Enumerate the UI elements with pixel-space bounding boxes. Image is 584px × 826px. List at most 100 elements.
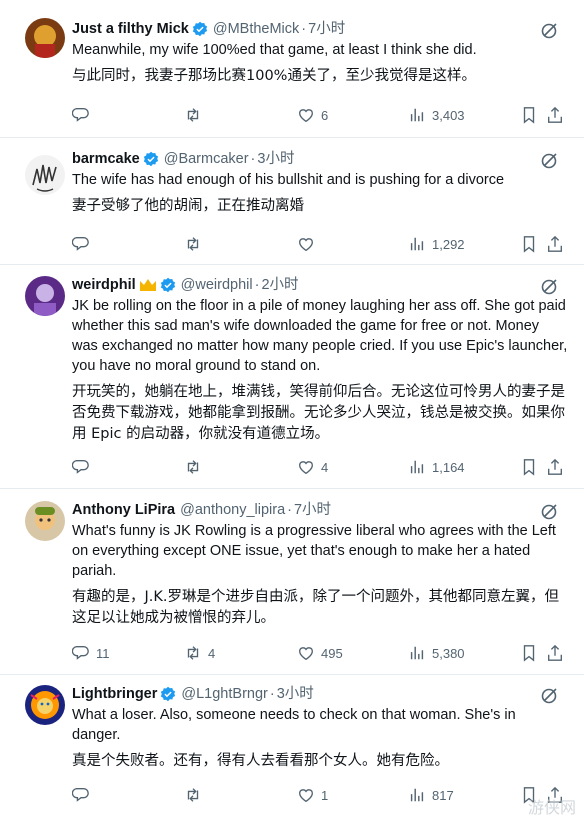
- views-button[interactable]: 1,164: [408, 458, 465, 476]
- reply-icon: [72, 646, 89, 660]
- retweet-button[interactable]: [184, 106, 208, 124]
- reply-icon: [72, 237, 89, 251]
- bookmark-icon: [523, 236, 535, 253]
- retweet-button[interactable]: [184, 458, 208, 476]
- share-button[interactable]: [546, 235, 564, 253]
- avatar[interactable]: [25, 685, 65, 725]
- avatar[interactable]: [25, 501, 65, 541]
- separator-dot: ·: [250, 151, 256, 167]
- reply-button[interactable]: [72, 235, 96, 253]
- retweet-button[interactable]: 4: [184, 644, 215, 662]
- display-name[interactable]: Just a filthy Mick: [72, 20, 189, 38]
- view-count: 817: [432, 787, 454, 803]
- views-button[interactable]: 1,292: [408, 235, 465, 253]
- like-button[interactable]: 495: [297, 644, 343, 662]
- avatar[interactable]: [25, 276, 65, 316]
- reply-button[interactable]: [72, 786, 96, 804]
- views-button[interactable]: 5,380: [408, 644, 465, 662]
- reply-feed: Just a filthy Mick @MBtheMick · 7小时 Mean…: [0, 0, 584, 826]
- view-count: 5,380: [432, 645, 465, 661]
- tweet[interactable]: Lightbringer @L1ghtBrngr · 3小时 What a lo…: [0, 675, 584, 826]
- tweet[interactable]: barmcake @Barmcaker · 3小时 The wife has h…: [0, 138, 584, 265]
- tweet-translation: 开玩笑的，她躺在地上，堆满钱，笑得前仰后合。无论这位可怜男人的妻子是否免费下载游…: [72, 384, 565, 442]
- display-name[interactable]: Anthony LiPira: [72, 501, 175, 519]
- reply-icon: [72, 788, 89, 802]
- handle[interactable]: @MBtheMick: [213, 20, 299, 38]
- views-icon: [410, 237, 424, 251]
- grok-icon[interactable]: [540, 20, 560, 40]
- like-count: 495: [321, 645, 343, 661]
- verified-badge-icon: [160, 686, 176, 702]
- timestamp[interactable]: 3小时: [277, 685, 314, 703]
- handle[interactable]: @weirdphil: [181, 276, 253, 294]
- like-button[interactable]: 1: [297, 786, 328, 804]
- tweet-header: Anthony LiPira @anthony_lipira · 7小时: [72, 501, 568, 519]
- share-button[interactable]: [546, 106, 564, 124]
- reply-button[interactable]: 11: [72, 644, 110, 662]
- like-count: 1: [321, 787, 329, 803]
- grok-icon[interactable]: [540, 150, 560, 170]
- tweet-header: Lightbringer @L1ghtBrngr · 3小时: [72, 685, 568, 703]
- tweet[interactable]: Anthony LiPira @anthony_lipira · 7小时 Wha…: [0, 489, 584, 675]
- tweet[interactable]: weirdphil @weirdphil · 2小时 JK be rolling…: [0, 265, 584, 489]
- display-name[interactable]: weirdphil: [72, 276, 136, 294]
- tweet-translation: 有趣的是，J.K.罗琳是个进步自由派，除了一个问题外，其他都同意左翼，但这足以让…: [72, 589, 560, 626]
- like-button[interactable]: 6: [297, 106, 328, 124]
- tweet-translation: 妻子受够了他的胡闹，正在推动离婚: [72, 198, 304, 214]
- grok-icon[interactable]: [540, 501, 560, 521]
- views-button[interactable]: 817: [408, 786, 454, 804]
- view-count: 1,292: [432, 236, 465, 252]
- grok-icon[interactable]: [540, 685, 560, 705]
- verified-badge-icon: [160, 277, 176, 293]
- avatar[interactable]: [25, 155, 65, 195]
- like-button[interactable]: 4: [297, 458, 328, 476]
- timestamp[interactable]: 7小时: [308, 20, 345, 38]
- retweet-button[interactable]: [184, 786, 208, 804]
- bookmark-button[interactable]: [520, 458, 538, 476]
- retweet-icon: [187, 237, 199, 251]
- bookmark-button[interactable]: [520, 235, 538, 253]
- retweet-icon: [187, 788, 199, 802]
- grok-icon[interactable]: [540, 276, 560, 296]
- tweet-text: The wife has had enough of his bullshit …: [72, 172, 505, 188]
- avatar[interactable]: [25, 18, 65, 58]
- reply-icon: [72, 108, 89, 122]
- crown-icon: [139, 278, 157, 292]
- retweet-icon: [187, 646, 199, 660]
- views-icon: [410, 460, 424, 474]
- verified-badge-icon: [143, 151, 159, 167]
- retweet-button[interactable]: [184, 235, 208, 253]
- display-name[interactable]: barmcake: [72, 150, 140, 168]
- tweet-text: Meanwhile, my wife 100%ed that game, at …: [72, 42, 477, 58]
- timestamp[interactable]: 7小时: [294, 501, 331, 519]
- bookmark-icon: [523, 107, 535, 124]
- handle[interactable]: @anthony_lipira: [180, 501, 285, 519]
- share-icon: [548, 458, 562, 475]
- share-button[interactable]: [546, 458, 564, 476]
- tweet-translation: 与此同时，我妻子那场比赛100%通关了，至少我觉得是这样。: [72, 68, 476, 84]
- timestamp[interactable]: 2小时: [261, 276, 298, 294]
- tweet-header: Just a filthy Mick @MBtheMick · 7小时: [72, 20, 568, 38]
- reply-button[interactable]: [72, 458, 96, 476]
- separator-dot: ·: [287, 502, 292, 518]
- timestamp[interactable]: 3小时: [257, 150, 294, 168]
- heart-icon: [299, 238, 313, 252]
- retweet-icon: [187, 108, 199, 122]
- bookmark-button[interactable]: [520, 106, 538, 124]
- share-button[interactable]: [546, 644, 564, 662]
- tweet-header: weirdphil @weirdphil · 2小时: [72, 276, 568, 294]
- bookmark-icon: [523, 645, 535, 662]
- handle[interactable]: @Barmcaker: [164, 150, 249, 168]
- separator-dot: ·: [301, 21, 307, 37]
- bookmark-icon: [523, 459, 535, 476]
- display-name[interactable]: Lightbringer: [72, 685, 157, 703]
- tweet[interactable]: Just a filthy Mick @MBtheMick · 7小时 Mean…: [0, 0, 584, 138]
- reply-button[interactable]: [72, 106, 96, 124]
- views-button[interactable]: 3,403: [408, 106, 465, 124]
- share-icon: [548, 235, 562, 252]
- handle[interactable]: @L1ghtBrngr: [181, 685, 267, 703]
- like-count: 6: [321, 107, 329, 123]
- tweet-translation: 真是个失败者。还有，得有人去看看那个女人。她有危险。: [72, 753, 449, 769]
- like-button[interactable]: [297, 235, 321, 253]
- bookmark-button[interactable]: [520, 644, 538, 662]
